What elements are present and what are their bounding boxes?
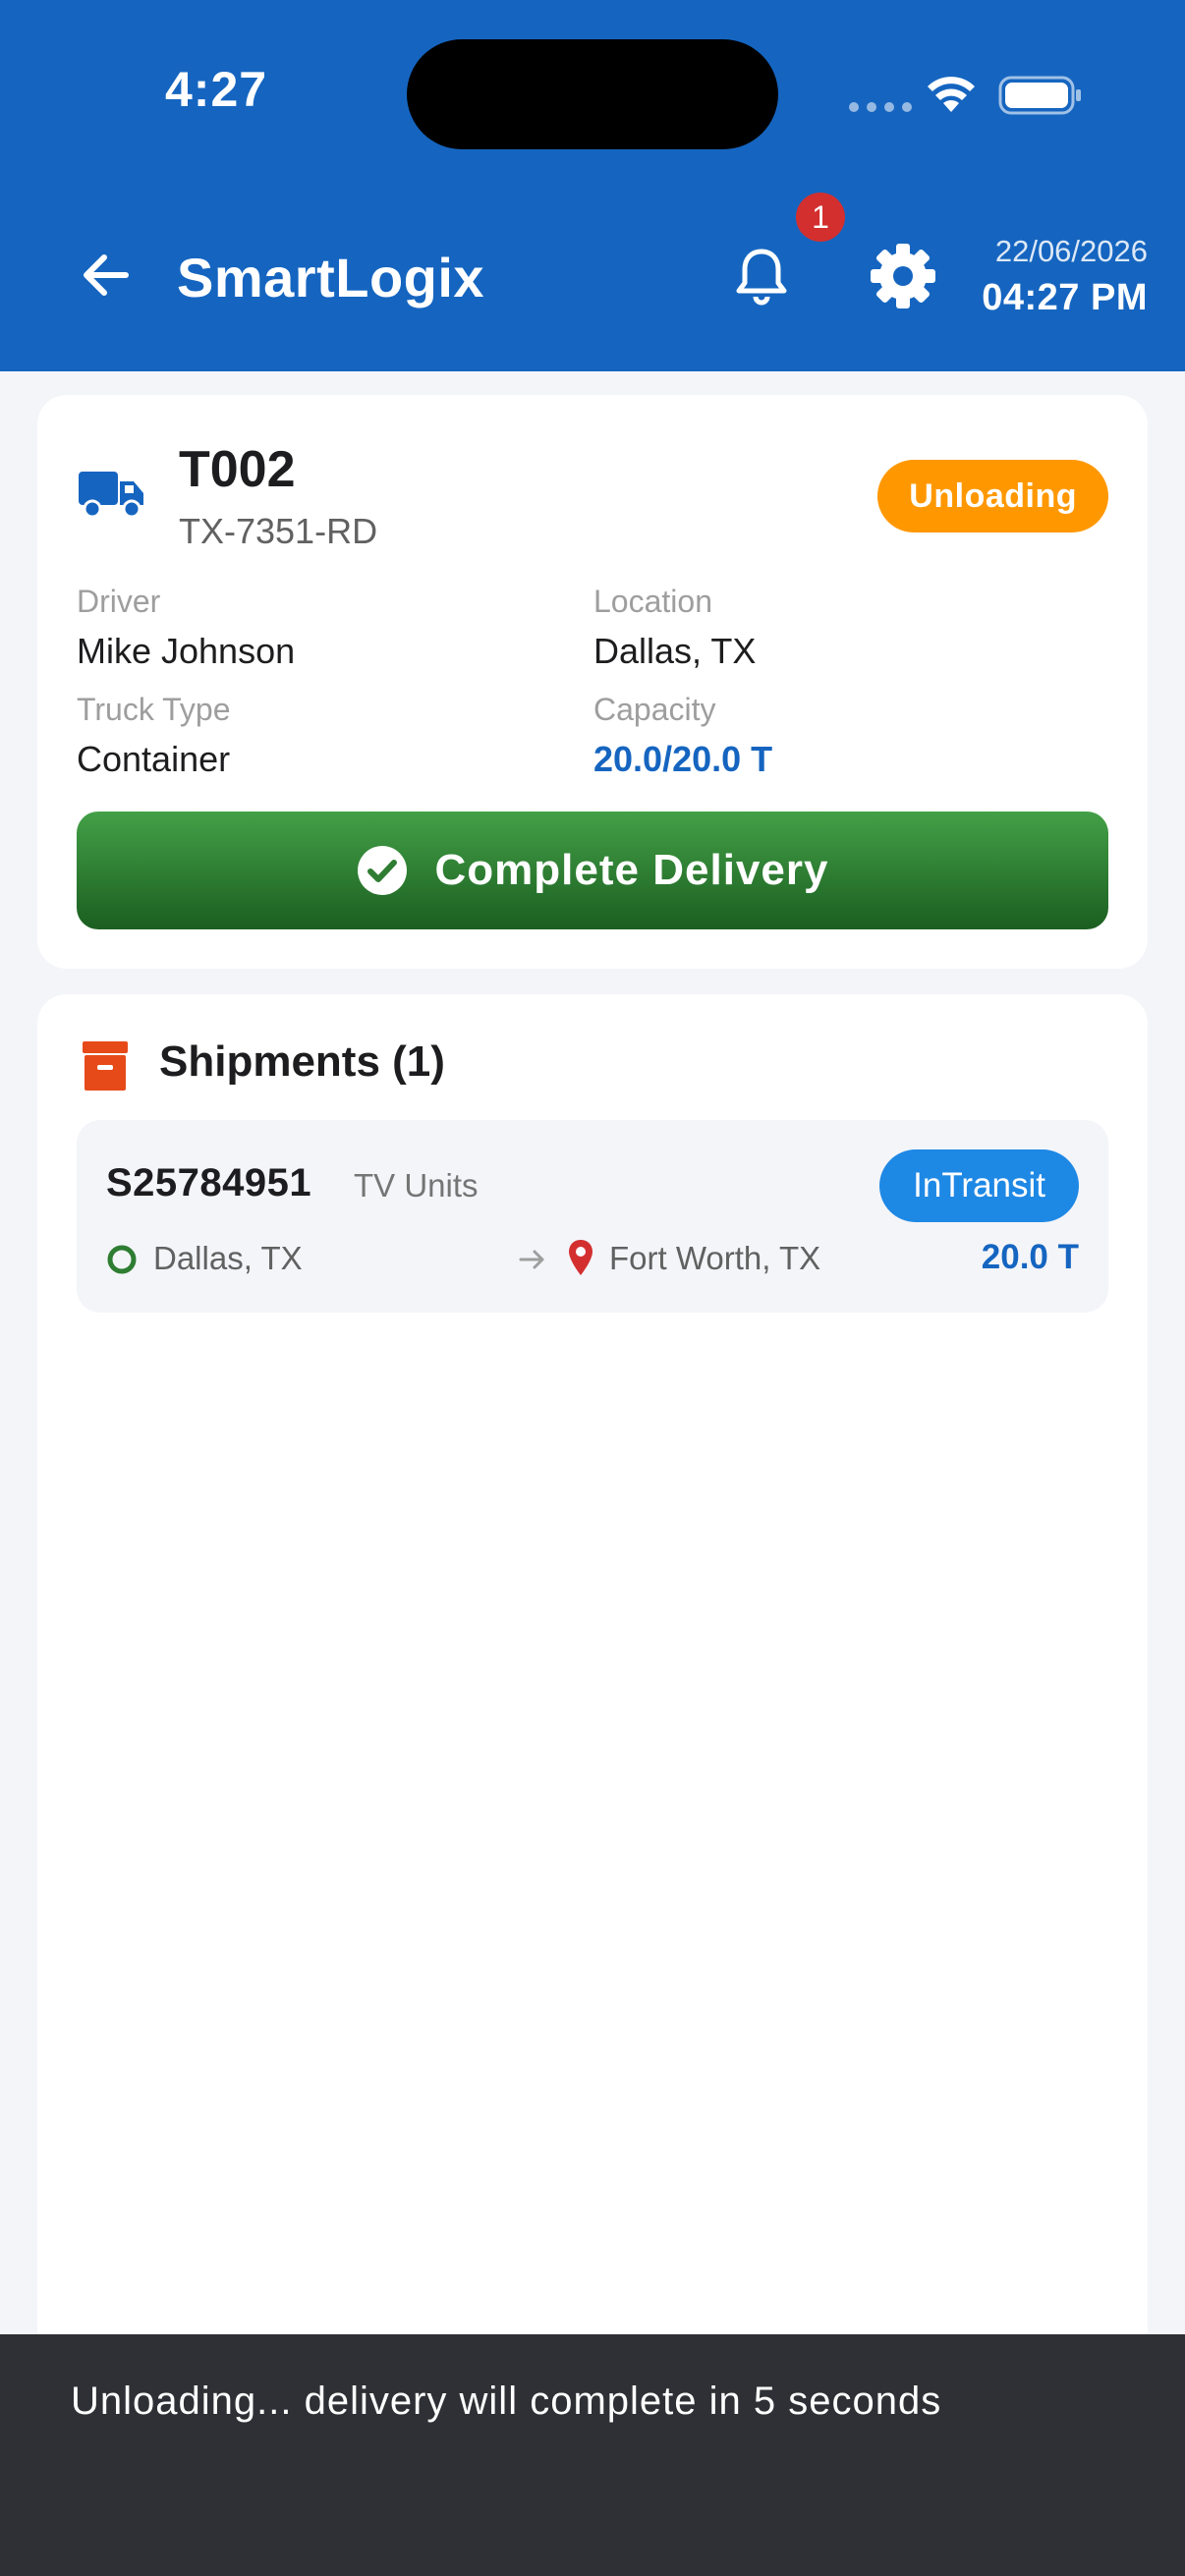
truck-status-badge: Unloading [877,460,1108,532]
origin-circle-icon [107,1245,137,1274]
shipment-origin: Dallas, TX [153,1240,303,1276]
driver-value: Mike Johnson [77,631,296,671]
truck-type-label: Truck Type [77,692,231,727]
app-header: 4:27 SmartLogix 1 22/06/2026 04:27 PM [0,0,1185,371]
driver-label: Driver [77,584,161,619]
archive-box-icon [83,1041,128,1091]
truck-id: T002 [179,441,296,498]
notification-badge: 1 [796,193,845,242]
complete-delivery-label: Complete Delivery [434,846,829,894]
arrow-right-icon [519,1250,544,1269]
capacity-label: Capacity [593,692,716,727]
dynamic-island [407,39,778,149]
back-arrow-icon[interactable] [75,244,138,307]
battery-icon [998,76,1081,115]
app-title: SmartLogix [177,247,485,308]
truck-card: T002 TX-7351-RD Unloading Driver Mike Jo… [37,395,1148,969]
truck-icon [79,472,143,519]
capacity-value: 20.0/20.0 T [593,739,773,779]
snackbar: Unloading... delivery will complete in 5… [0,2334,1185,2576]
shipment-id: S25784951 [106,1161,312,1204]
cellular-signal-icon [849,102,912,112]
bell-icon[interactable] [727,242,796,310]
truck-type-value: Container [77,739,231,779]
location-value: Dallas, TX [593,631,757,671]
complete-delivery-button[interactable]: Complete Delivery [77,812,1108,929]
shipment-list-item[interactable]: S25784951 TV Units InTransit Dallas, TX … [77,1120,1108,1313]
wifi-icon [928,77,975,112]
shipment-status-badge: InTransit [879,1149,1079,1222]
check-circle-icon [357,846,407,895]
header-date: 22/06/2026 [994,234,1148,268]
shipments-title: Shipments (1) [159,1037,445,1086]
snackbar-message: Unloading... delivery will complete in 5… [71,2380,942,2423]
status-bar-time: 4:27 [165,62,268,117]
shipment-weight: 20.0 T [981,1238,1079,1276]
location-pin-icon [569,1240,592,1275]
shipment-description: TV Units [354,1167,479,1204]
shipment-destination: Fort Worth, TX [609,1240,821,1276]
location-label: Location [593,584,712,619]
header-time: 04:27 PM [982,277,1148,318]
truck-plate: TX-7351-RD [179,511,378,551]
gear-icon[interactable] [867,240,939,312]
